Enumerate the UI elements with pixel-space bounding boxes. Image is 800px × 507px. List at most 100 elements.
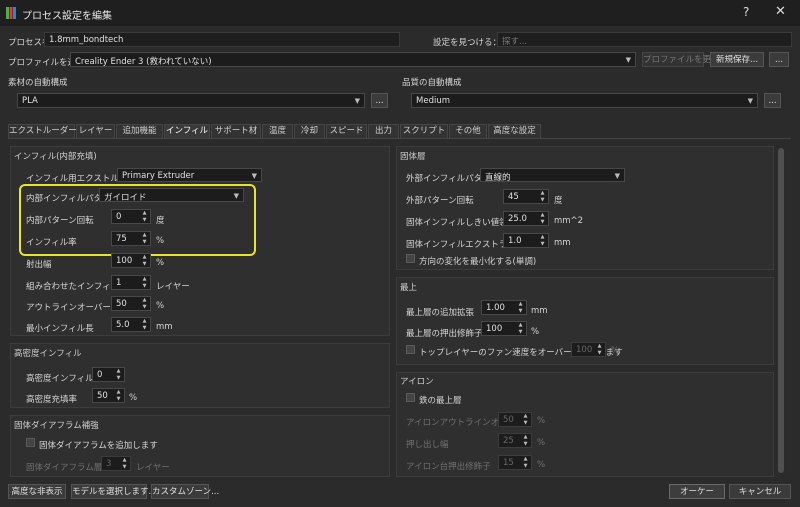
scrollbar-thumb[interactable] <box>778 148 784 473</box>
save-new-profile-button[interactable]: 新規保存... <box>710 52 764 67</box>
chevron-down-icon: ▼ <box>747 97 753 105</box>
material-more-button[interactable]: ... <box>371 93 388 108</box>
spin-arrows-icon[interactable]: ▲ ▼ <box>121 457 128 470</box>
spin-arrows-icon[interactable]: ▲ ▼ <box>141 276 148 289</box>
spin-arrows-icon[interactable]: ▲ ▼ <box>539 190 546 203</box>
tab-advanced[interactable]: 高度な設定 <box>488 124 541 139</box>
top-flow-unit: % <box>531 327 540 337</box>
external-rotation-spinbox[interactable]: 45 ▲ ▼ <box>503 189 549 204</box>
outline-width-spinbox[interactable]: 100 ▲ ▼ <box>111 253 151 268</box>
iron-top-checkbox[interactable] <box>406 393 415 402</box>
profile-select[interactable]: Creality Ender 3 (救われていない) ▼ <box>70 52 636 67</box>
external-rotation-label: 外部パターン回転 <box>406 196 474 206</box>
spin-arrows-icon[interactable]: ▲ ▼ <box>141 210 148 223</box>
combine-layers-unit: レイヤー <box>156 282 190 292</box>
spin-arrows-icon[interactable]: ▲ ▼ <box>141 232 148 245</box>
tab-extruder[interactable]: エクストルーダー <box>8 124 77 139</box>
spin-arrows-icon[interactable]: ▲ ▼ <box>141 254 148 267</box>
help-icon[interactable]: ? <box>743 5 749 19</box>
fan-override-spinbox[interactable]: 100 ▲ ▼ <box>571 342 606 357</box>
spin-arrows-icon[interactable]: ▲ ▼ <box>141 318 148 331</box>
spin-arrows-icon[interactable]: ▲ ▼ <box>522 434 529 447</box>
external-pattern-select[interactable]: 直線的 ▼ <box>480 168 625 183</box>
infill-rotation-spinbox[interactable]: 0 ▲ ▼ <box>111 209 151 224</box>
top-extension-unit: mm <box>531 306 548 316</box>
spin-arrows-icon[interactable]: ▲ ▼ <box>539 212 546 225</box>
spin-arrows-icon[interactable]: ▲ ▼ <box>517 301 524 314</box>
infill-rate-spinbox[interactable]: 75 ▲ ▼ <box>111 231 151 246</box>
spin-arrows-icon[interactable]: ▲ ▼ <box>522 413 529 426</box>
tab-infill[interactable]: インフィル <box>164 124 210 139</box>
spin-arrows-icon[interactable]: ▲ ▼ <box>115 389 122 402</box>
tab-cooling[interactable]: 冷却 <box>294 124 325 139</box>
ironing-flow-unit: % <box>537 460 546 470</box>
process-name-input[interactable]: 1.8mm_bondtech <box>44 32 400 47</box>
outline-width-unit: % <box>156 258 165 268</box>
spin-arrows-icon[interactable]: ▲ ▼ <box>596 343 603 356</box>
solid-threshold-spinbox[interactable]: 25.0 ▲ ▼ <box>503 211 549 226</box>
minimize-change-checkbox[interactable] <box>406 254 415 263</box>
top-flow-label: 最上層の押出修飾子 <box>406 329 483 339</box>
spin-arrows-icon[interactable]: ▲ ▼ <box>522 456 529 469</box>
tab-output[interactable]: 出力 <box>368 124 399 139</box>
tab-support[interactable]: サポート材 <box>211 124 261 139</box>
spin-arrows-icon[interactable]: ▲ ▼ <box>115 368 122 381</box>
spin-arrows-icon[interactable]: ▲ ▼ <box>517 322 524 335</box>
cancel-button[interactable]: キャンセル <box>729 484 791 499</box>
quality-more-button[interactable]: ... <box>764 93 781 108</box>
update-profile-button[interactable]: プロファイルを更新 <box>642 52 720 67</box>
diaphragm-checkbox[interactable] <box>26 438 35 447</box>
outline-overlap-spinbox[interactable]: 50 ▲ ▼ <box>111 296 151 311</box>
infill-rotation-value: 0 <box>116 212 122 222</box>
solid-layers-group <box>396 146 774 270</box>
profile-more-button[interactable]: ... <box>769 52 789 67</box>
ironing-flow-label: アイロン台押出修飾子 <box>406 462 491 472</box>
profile-select-value: Creality Ender 3 (救われていない) <box>75 57 212 67</box>
ok-button[interactable]: オーケー <box>669 484 725 499</box>
material-label: 素材の自動構成 <box>8 78 68 88</box>
top-flow-spinbox[interactable]: 100 ▲ ▼ <box>481 321 527 336</box>
tab-additional[interactable]: 追加機能 <box>116 124 163 139</box>
ironing-flow-spinbox[interactable]: 15 ▲ ▼ <box>498 455 532 470</box>
chevron-down-icon: ▼ <box>614 172 620 180</box>
outline-width-value: 100 <box>116 256 133 266</box>
infill-rate-label: インフィル率 <box>26 238 77 248</box>
external-rotation-value: 45 <box>508 192 519 202</box>
infill-extruder-select[interactable]: Primary Extruder ▼ <box>117 168 262 182</box>
ironing-offset-spinbox[interactable]: 50 ▲ ▼ <box>498 412 532 427</box>
dense-layers-spinbox[interactable]: 0 ▲ ▼ <box>92 367 125 382</box>
top-extension-spinbox[interactable]: 1.00 ▲ ▼ <box>481 300 527 315</box>
quality-select[interactable]: Medium ▼ <box>411 93 758 108</box>
custom-zones-button[interactable]: カスタムゾーン... <box>151 484 219 499</box>
ironing-title: アイロン <box>400 377 434 387</box>
infill-rotation-unit: 度 <box>156 216 165 226</box>
find-setting-input[interactable]: 探す... <box>497 32 792 47</box>
infill-rate-value: 75 <box>116 234 127 244</box>
close-icon[interactable]: ✕ <box>775 4 786 19</box>
diaphragm-layers-spinbox[interactable]: 3 ▲ ▼ <box>101 456 131 471</box>
infill-extruder-value: Primary Extruder <box>122 171 195 181</box>
tab-layer[interactable]: レイヤー <box>76 124 115 139</box>
hide-advanced-button[interactable]: 高度な非表示 <box>8 484 66 499</box>
tab-speed[interactable]: スピード <box>326 124 367 139</box>
dense-rate-spinbox[interactable]: 50 ▲ ▼ <box>92 388 125 403</box>
fan-override-checkbox[interactable] <box>406 345 415 354</box>
dense-rate-unit: % <box>129 393 138 403</box>
solid-threshold-unit: mm^2 <box>554 216 584 226</box>
top-flow-value: 100 <box>486 324 503 334</box>
solid-extrusion-spinbox[interactable]: 1.0 ▲ ▼ <box>503 233 549 248</box>
title-bar: プロセス設定を編集 ? ✕ <box>0 0 800 26</box>
ironing-width-spinbox[interactable]: 25 ▲ ▼ <box>498 433 532 448</box>
dense-rate-label: 高密度充填率 <box>26 395 78 405</box>
combine-layers-spinbox[interactable]: 1 ▲ ▼ <box>111 275 151 290</box>
spin-arrows-icon[interactable]: ▲ ▼ <box>141 297 148 310</box>
spin-arrows-icon[interactable]: ▲ ▼ <box>539 234 546 247</box>
outline-overlap-unit: % <box>156 301 165 311</box>
infill-pattern-select[interactable]: ガイロイド ▼ <box>99 188 244 203</box>
select-models-button[interactable]: モデルを選択します... <box>71 484 157 499</box>
material-select[interactable]: PLA ▼ <box>17 93 365 108</box>
tab-temperature[interactable]: 温度 <box>262 124 293 139</box>
tab-other[interactable]: その他 <box>449 124 487 139</box>
tab-scripts[interactable]: スクリプト <box>400 124 448 139</box>
min-infill-length-spinbox[interactable]: 5.0 ▲ ▼ <box>111 317 151 332</box>
